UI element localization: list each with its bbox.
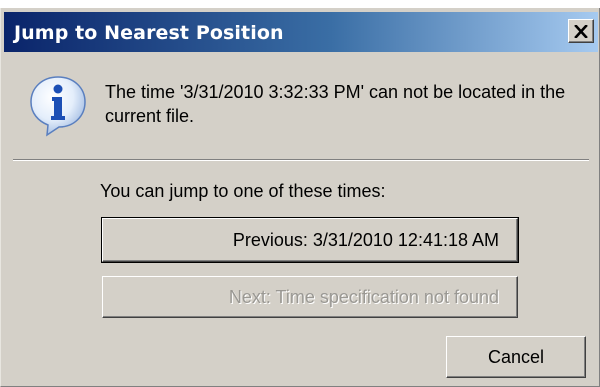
next-time-button[interactable]: Next: Time specification not found [102,276,518,318]
dialog-title: Jump to Nearest Position [14,22,284,44]
error-message: The time '3/31/2010 3:32:33 PM' can not … [105,82,566,126]
close-icon [574,24,588,38]
close-button[interactable] [568,19,594,43]
jump-dialog: Jump to Nearest Position The time '3/31/… [0,8,600,387]
previous-time-button[interactable]: Previous: 3/31/2010 12:41:18 AM [101,217,519,263]
info-icon [30,76,86,137]
title-bar[interactable]: Jump to Nearest Position [4,12,598,52]
separator [13,159,589,161]
cancel-button[interactable]: Cancel [446,336,586,378]
jump-prompt: You can jump to one of these times: [100,181,386,201]
